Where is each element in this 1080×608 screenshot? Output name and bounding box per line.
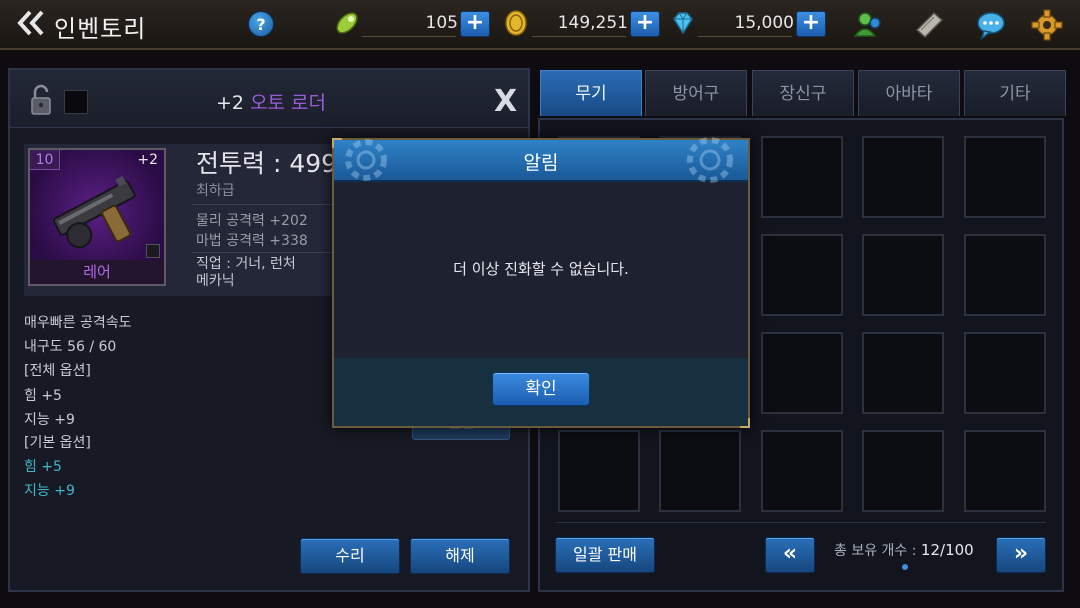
stamina-counter: 105 + xyxy=(332,8,492,40)
inventory-slot[interactable] xyxy=(964,234,1046,316)
item-count-label: 총 보유 개수 : xyxy=(834,543,921,559)
durability: 내구도 56 / 60 xyxy=(24,339,117,355)
inventory-slot[interactable] xyxy=(761,430,843,512)
chat-icon[interactable] xyxy=(974,8,1008,42)
inventory-slot[interactable] xyxy=(761,136,843,218)
add-stamina-button[interactable]: + xyxy=(460,11,490,37)
inventory-slot[interactable] xyxy=(862,234,944,316)
inventory-slot[interactable] xyxy=(862,430,944,512)
back-icon[interactable] xyxy=(14,8,48,38)
divider xyxy=(192,204,342,205)
alert-header: 알림 xyxy=(334,137,748,183)
item-slot[interactable]: 10 +2 레어 xyxy=(28,148,166,286)
handgun-icon xyxy=(52,175,136,249)
option-line: 힘 +5 xyxy=(24,459,62,475)
top-bar: 인벤토리 ? 105 + 149,251 + 15,000 + xyxy=(0,0,1080,50)
item-rarity: 레어 xyxy=(30,260,164,284)
gem-counter: 15,000 + xyxy=(668,8,828,40)
item-slot-level: 10 xyxy=(30,150,60,170)
bulk-sell-button[interactable]: 일괄 판매 xyxy=(555,537,655,573)
magic-attack: 마법 공격력 +338 xyxy=(196,233,308,249)
close-button[interactable]: X xyxy=(494,84,517,119)
unequip-button[interactable]: 해제 xyxy=(410,538,510,574)
mail-icon[interactable] xyxy=(912,8,946,42)
inventory-slot[interactable] xyxy=(964,430,1046,512)
inventory-slot[interactable] xyxy=(964,332,1046,414)
item-count-value: 12/100 xyxy=(920,541,974,559)
job-line-1: 직업 : 거너, 런처 xyxy=(196,256,296,272)
item-stat-box: 10 +2 레어 전투력 : 499 최하급 물리 공격력 +202 마법 공격… xyxy=(24,144,344,296)
option-header: [전체 옵션] xyxy=(24,363,91,379)
gold-counter: 149,251 + xyxy=(502,8,662,40)
alert-dialog: 알림 더 이상 진화할 수 없습니다. 확인 xyxy=(332,137,750,428)
repair-button[interactable]: 수리 xyxy=(300,538,400,574)
inventory-slot[interactable] xyxy=(862,136,944,218)
page-indicator xyxy=(902,564,908,570)
tab-etc[interactable]: 기타 xyxy=(964,70,1066,116)
divider xyxy=(192,252,342,253)
alert-message: 더 이상 진화할 수 없습니다. xyxy=(453,260,629,278)
next-page-button[interactable]: » xyxy=(996,537,1046,573)
item-select-checkbox[interactable] xyxy=(146,244,160,258)
job-requirement: 직업 : 거너, 런처 메카닉 xyxy=(196,256,296,290)
stamina-icon xyxy=(336,12,358,34)
confirm-button[interactable]: 확인 xyxy=(492,372,590,406)
settings-gear-icon[interactable] xyxy=(1030,8,1064,42)
lock-checkbox[interactable] xyxy=(64,90,88,114)
job-line-2: 메카닉 xyxy=(196,273,235,289)
option-line: 힘 +5 xyxy=(24,388,62,404)
frame-corner xyxy=(740,418,750,428)
frame-corner xyxy=(332,138,342,148)
gold-coin-icon xyxy=(505,10,527,36)
tab-armor[interactable]: 방어구 xyxy=(645,70,747,116)
option-line: 지능 +9 xyxy=(24,412,75,428)
add-gold-button[interactable]: + xyxy=(630,11,660,37)
add-gem-button[interactable]: + xyxy=(796,11,826,37)
tab-avatar[interactable]: 아바타 xyxy=(858,70,960,116)
item-grade: 최하급 xyxy=(196,183,235,199)
prev-page-button[interactable]: « xyxy=(765,537,815,573)
alert-title: 알림 xyxy=(523,152,559,174)
inventory-slot[interactable] xyxy=(659,430,741,512)
page-title: 인벤토리 xyxy=(54,15,147,43)
item-name: 오토 로더 xyxy=(250,92,327,114)
item-count: 총 보유 개수 : 12/100 xyxy=(834,540,974,560)
inventory-slot[interactable] xyxy=(964,136,1046,218)
diamond-icon xyxy=(673,12,693,35)
physical-attack: 물리 공격력 +202 xyxy=(196,213,308,229)
inventory-slot[interactable] xyxy=(558,430,640,512)
divider xyxy=(556,522,1046,523)
tab-weapon[interactable]: 무기 xyxy=(540,70,642,116)
desc-line: 매우빠른 공격속도 xyxy=(24,315,132,331)
gem-value: 15,000 xyxy=(734,13,794,33)
item-enhance-level: +2 xyxy=(216,92,245,114)
friends-icon[interactable] xyxy=(852,8,886,42)
gold-value: 149,251 xyxy=(557,13,628,33)
tab-accessory[interactable]: 장신구 xyxy=(752,70,854,116)
stamina-value: 105 xyxy=(425,13,458,33)
inventory-slot[interactable] xyxy=(761,234,843,316)
inventory-slot[interactable] xyxy=(862,332,944,414)
item-title: +2 오토 로더 xyxy=(216,88,326,115)
help-icon[interactable]: ? xyxy=(248,11,274,37)
option-line: 지능 +9 xyxy=(24,483,75,499)
option-header: [기본 옵션] xyxy=(24,435,91,451)
unlock-icon[interactable] xyxy=(30,84,52,116)
item-header: +2 오토 로더 X xyxy=(10,70,528,128)
combat-power: 전투력 : 499 xyxy=(196,149,338,178)
item-slot-enhance: +2 xyxy=(137,152,158,168)
inventory-slot[interactable] xyxy=(761,332,843,414)
